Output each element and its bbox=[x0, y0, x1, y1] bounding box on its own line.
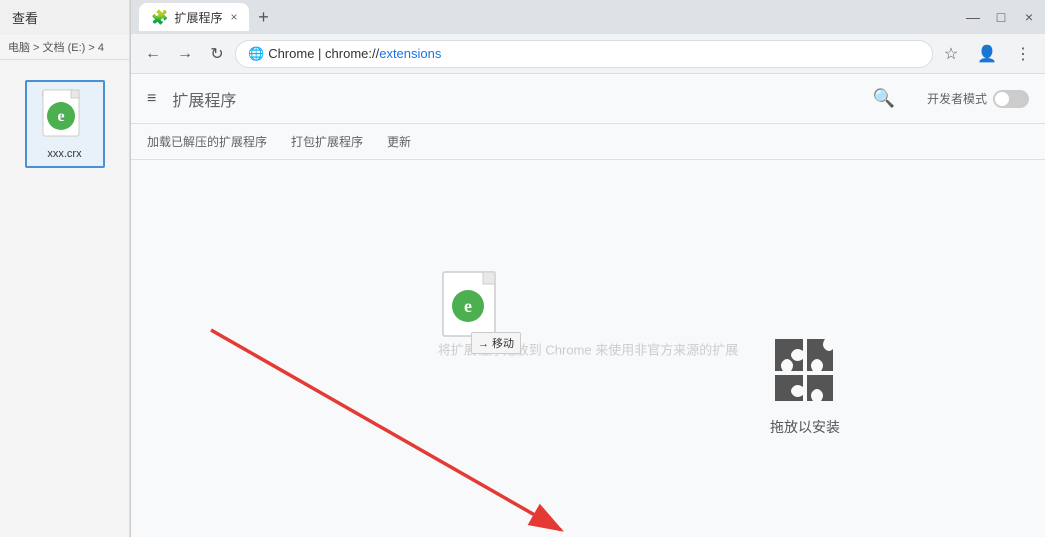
profile-icon[interactable]: 👤 bbox=[973, 40, 1001, 68]
breadcrumb: 电脑 > 文档 (E:) > 4 bbox=[0, 35, 129, 60]
dev-mode-toggle[interactable]: 开发者模式 bbox=[927, 90, 1029, 108]
left-file-panel: 查看 电脑 > 文档 (E:) > 4 e xxx.crx bbox=[0, 0, 130, 537]
tab-puzzle-icon: 🧩 bbox=[151, 9, 168, 26]
crx-file-svg: e bbox=[37, 88, 93, 144]
dev-mode-label: 开发者模式 bbox=[927, 90, 987, 107]
chrome-window: 🧩 扩展程序 × + — □ × ← → ↻ 🌐 Chrome | chrome… bbox=[130, 0, 1045, 537]
puzzle-icon bbox=[765, 329, 845, 409]
address-bar-row: ← → ↻ 🌐 Chrome | chrome://extensions ☆ 👤… bbox=[131, 34, 1045, 74]
tab-label: 扩展程序 bbox=[174, 9, 222, 26]
back-button[interactable]: ← bbox=[139, 40, 167, 68]
toggle-knob bbox=[995, 92, 1009, 106]
secure-icon: 🌐 bbox=[248, 46, 264, 62]
ext-subnav: 加载已解压的扩展程序 打包扩展程序 更新 bbox=[131, 124, 1045, 160]
address-chrome: Chrome | chrome:// bbox=[268, 46, 379, 61]
ext-search-icon[interactable]: 🔍 bbox=[873, 88, 895, 109]
maximize-button[interactable]: □ bbox=[993, 9, 1009, 25]
window-controls: — □ × bbox=[965, 9, 1037, 25]
puzzle-area: 拖放以安装 bbox=[765, 329, 845, 437]
close-button[interactable]: × bbox=[1021, 9, 1037, 25]
ext-content: 将扩展程序拖放到 Chrome 来使用非官方来源的扩展 e → 移动 bbox=[131, 160, 1045, 537]
subnav-pack[interactable]: 打包扩展程序 bbox=[291, 129, 363, 154]
dragged-file: e → 移动 bbox=[441, 270, 511, 350]
ext-hamburger-icon[interactable]: ≡ bbox=[147, 90, 156, 108]
new-tab-button[interactable]: + bbox=[249, 3, 277, 31]
drag-move-label: → 移动 bbox=[471, 332, 521, 354]
refresh-button[interactable]: ↻ bbox=[203, 40, 231, 68]
dev-mode-switch[interactable] bbox=[993, 90, 1029, 108]
svg-text:e: e bbox=[57, 108, 64, 125]
address-input[interactable]: 🌐 Chrome | chrome://extensions bbox=[235, 40, 933, 68]
forward-button[interactable]: → bbox=[171, 40, 199, 68]
address-url-highlight: extensions bbox=[379, 46, 441, 61]
subnav-load[interactable]: 加载已解压的扩展程序 bbox=[147, 129, 267, 154]
title-bar: 🧩 扩展程序 × + — □ × bbox=[131, 0, 1045, 34]
dragged-file-icon: e → 移动 bbox=[441, 270, 511, 350]
minimize-button[interactable]: — bbox=[965, 9, 981, 25]
panel-title: 查看 bbox=[0, 0, 129, 35]
toolbar-icons: ☆ 👤 ⋮ bbox=[937, 40, 1037, 68]
extensions-header: ≡ 扩展程序 🔍 开发者模式 bbox=[131, 74, 1045, 124]
tab-bar: 🧩 扩展程序 × + bbox=[139, 3, 965, 31]
crx-file-icon[interactable]: e xxx.crx bbox=[25, 80, 105, 168]
menu-icon[interactable]: ⋮ bbox=[1009, 40, 1037, 68]
puzzle-piece-shape bbox=[775, 339, 833, 401]
extensions-page-title: 扩展程序 bbox=[172, 87, 236, 111]
extensions-tab[interactable]: 🧩 扩展程序 × bbox=[139, 3, 249, 31]
tab-close-button[interactable]: × bbox=[230, 10, 237, 24]
file-item-area: e xxx.crx bbox=[0, 60, 129, 188]
ext-search[interactable]: 🔍 bbox=[873, 88, 895, 109]
puzzle-label: 拖放以安装 bbox=[770, 417, 840, 437]
file-label: xxx.crx bbox=[47, 148, 81, 160]
extensions-page: ≡ 扩展程序 🔍 开发者模式 加载已解压的扩展程序 打包扩展程序 更新 将扩展程… bbox=[131, 74, 1045, 537]
svg-text:e: e bbox=[464, 296, 472, 316]
bookmark-star-icon[interactable]: ☆ bbox=[937, 40, 965, 68]
subnav-update[interactable]: 更新 bbox=[387, 129, 411, 154]
